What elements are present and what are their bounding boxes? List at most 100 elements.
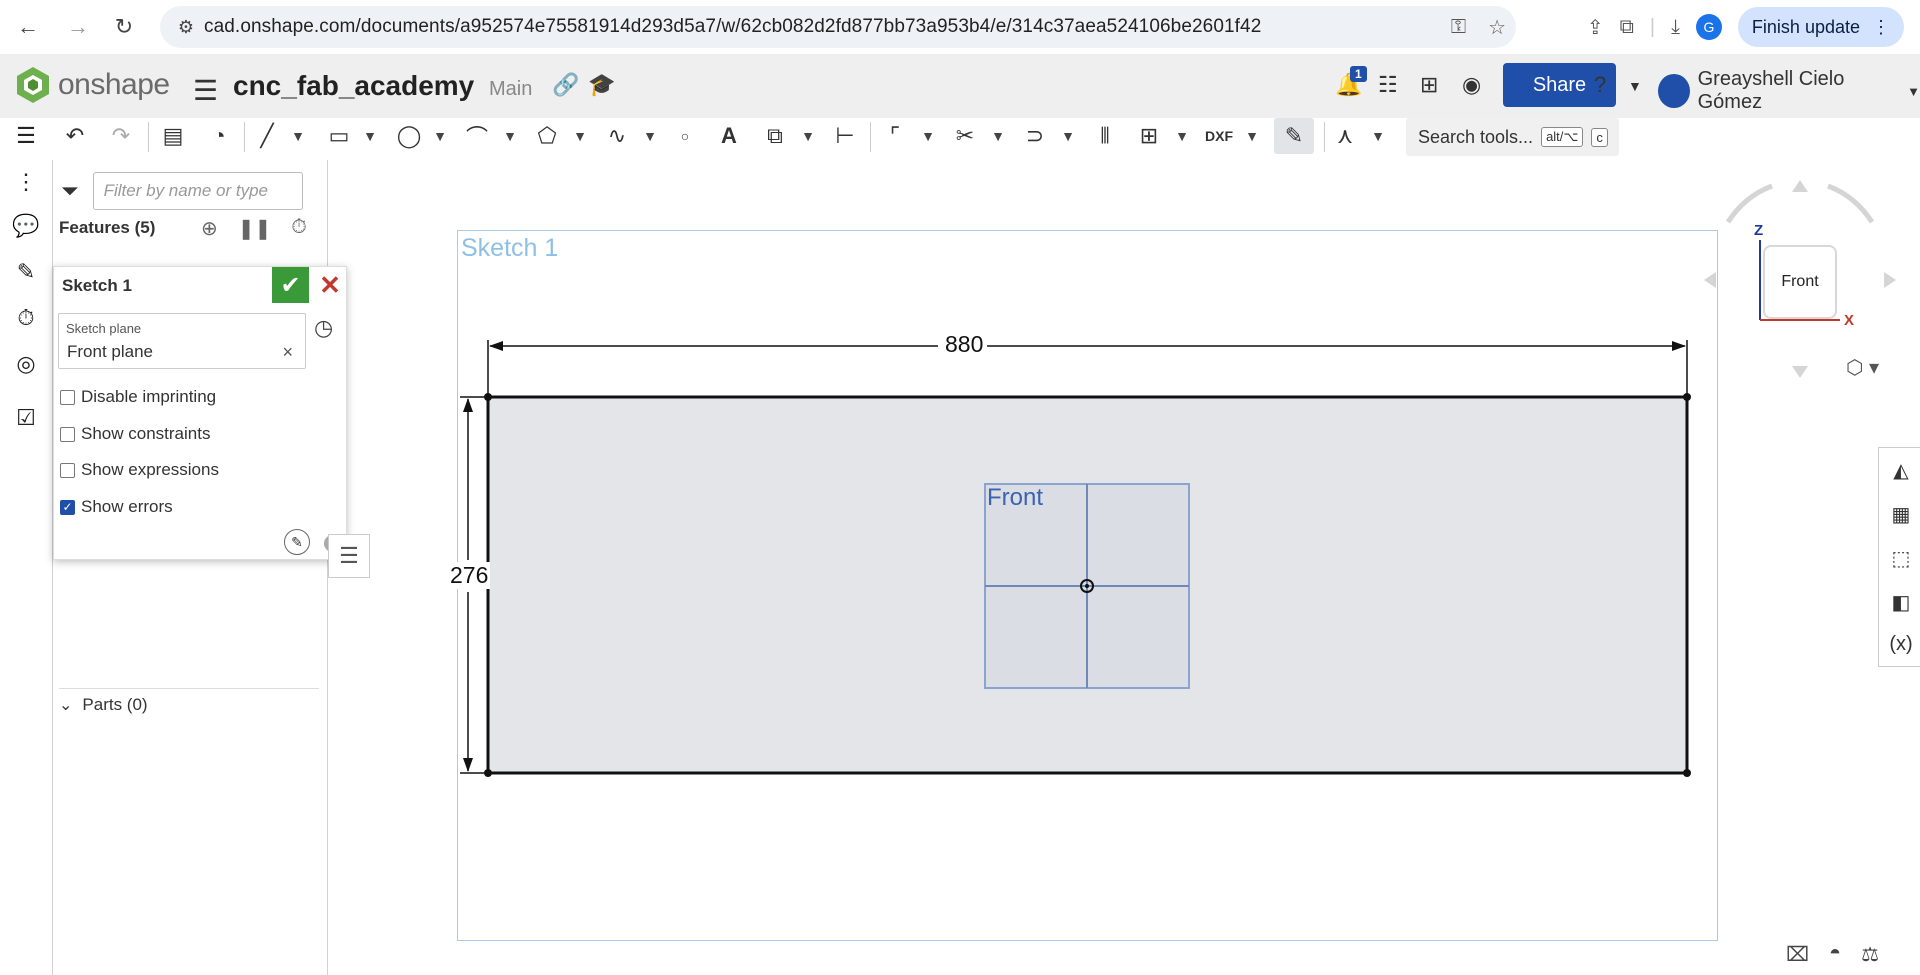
comments-icon[interactable]: 💬 <box>12 212 40 240</box>
performance-icon[interactable]: ⏱ <box>12 304 40 332</box>
sketch-mode-icon[interactable]: ✎ <box>1274 118 1314 154</box>
rollback-timer-icon[interactable]: ⏱ <box>291 216 307 241</box>
parts-section[interactable]: ⌄ Parts (0) <box>59 688 319 715</box>
help-caret-icon[interactable]: ▼ <box>1628 78 1642 94</box>
pattern-caret-icon[interactable]: ▼ <box>1174 118 1190 154</box>
learning-center-icon[interactable]: ◉ <box>1462 72 1481 98</box>
checkbox-box[interactable] <box>60 462 75 478</box>
reload-icon[interactable]: ↻ <box>104 7 144 47</box>
arc-tool-icon[interactable]: ⌒ <box>462 118 492 154</box>
height-dimension[interactable]: 276 <box>448 562 491 589</box>
tasks-icon[interactable]: ☷ <box>1378 72 1398 98</box>
rectangle-tool-icon[interactable]: ▭ <box>324 118 354 154</box>
clear-icon[interactable]: × <box>282 342 293 363</box>
width-dimension[interactable]: 880 <box>941 331 988 358</box>
redo-icon[interactable]: ↷ <box>106 118 136 154</box>
checkbox-box[interactable] <box>60 426 75 442</box>
sketch-settings-icon[interactable]: ✎ <box>284 529 310 555</box>
help-icon[interactable]: ? <box>1594 72 1606 98</box>
trim-caret-icon[interactable]: ▼ <box>990 118 1006 154</box>
address-bar[interactable]: ⚙ cad.onshape.com/documents/a952574e7558… <box>160 6 1516 48</box>
checkbox-box[interactable]: ✓ <box>60 499 75 515</box>
mate-connectors-icon[interactable]: ⬚ <box>1887 544 1915 572</box>
profile-avatar[interactable]: G <box>1695 14 1722 40</box>
dimension-tool-icon[interactable]: ⊢ <box>830 118 860 154</box>
history-icon[interactable]: ◷ <box>314 315 333 341</box>
notes-icon[interactable]: ✎ <box>12 258 40 286</box>
view-cube-front-face[interactable]: Front <box>1763 245 1837 319</box>
pattern-tool-icon[interactable]: ⊞ <box>1134 118 1164 154</box>
checklist-icon[interactable]: ☑ <box>12 404 40 432</box>
back-icon[interactable]: ← <box>8 7 48 47</box>
render-mode-cube-icon[interactable]: ⬡ ▾ <box>1846 355 1879 380</box>
mirror-tool-icon[interactable]: ⫴ <box>1090 118 1120 154</box>
section-view-icon[interactable]: ◧ <box>1887 588 1915 616</box>
disable-imprinting-checkbox[interactable]: Disable imprinting <box>60 387 216 407</box>
app-store-icon[interactable]: ⊞ <box>1420 72 1438 98</box>
arc-caret-icon[interactable]: ▼ <box>502 118 518 154</box>
cancel-close-icon[interactable]: ✕ <box>316 269 344 301</box>
measure-tool-icon[interactable]: ⌧ <box>1786 942 1809 967</box>
variables-icon[interactable]: (x) <box>1887 630 1915 658</box>
configurations-icon[interactable]: ▦ <box>1887 500 1915 528</box>
download-icon[interactable]: ⤓ <box>1671 16 1680 39</box>
user-menu[interactable]: Greayshell Cielo Gómez ▼ <box>1658 68 1920 114</box>
menu-icon[interactable]: ☰ <box>193 74 218 107</box>
undo-icon[interactable]: ↶ <box>60 118 90 154</box>
display-states-icon[interactable]: ◓ <box>1829 942 1841 967</box>
link-icon[interactable]: 🔗 <box>552 72 579 98</box>
branch-label[interactable]: Main <box>489 78 532 101</box>
list-toggle-icon[interactable]: ☰ <box>328 534 370 578</box>
password-key-icon[interactable]: ⚿ <box>1451 16 1466 39</box>
sketch-plane-field[interactable]: Sketch plane Front plane × <box>58 313 306 369</box>
constraint-caret-icon[interactable]: ▼ <box>1370 118 1386 154</box>
circle-tool-icon[interactable]: ◯ <box>394 118 424 154</box>
dxf-import-icon[interactable]: DXF <box>1204 118 1234 154</box>
construction-caret-icon[interactable]: ▼ <box>800 118 816 154</box>
url-text[interactable]: cad.onshape.com/documents/a952574e755819… <box>204 16 1261 38</box>
rectangle-caret-icon[interactable]: ▼ <box>362 118 378 154</box>
show-constraints-checkbox[interactable]: Show constraints <box>60 424 210 444</box>
analysis-icon[interactable]: ◎ <box>12 350 40 378</box>
forward-icon[interactable]: → <box>58 7 98 47</box>
mass-properties-icon[interactable]: ⚖ <box>1861 942 1879 967</box>
point-tool-icon[interactable]: ○ <box>672 118 698 154</box>
text-tool-icon[interactable]: A <box>714 118 744 154</box>
line-tool-icon[interactable]: ╱ <box>252 118 282 154</box>
filter-input[interactable]: Filter by name or type <box>92 172 303 210</box>
appearance-icon[interactable]: ◭ <box>1887 456 1915 484</box>
filter-icon[interactable]: ⏷ <box>61 178 79 204</box>
construction-icon[interactable]: ⧉ <box>760 118 790 154</box>
use-icon[interactable]: ▤ <box>158 118 188 154</box>
show-errors-checkbox[interactable]: ✓ Show errors <box>60 497 173 517</box>
bookmark-star-icon[interactable]: ☆ <box>1488 15 1506 40</box>
constraint-tool-icon[interactable]: ⋏ <box>1330 118 1360 154</box>
polygon-tool-icon[interactable]: ⬠ <box>532 118 562 154</box>
spline-tool-icon[interactable]: ∿ <box>602 118 632 154</box>
instances-icon[interactable]: ⋮ <box>12 168 40 196</box>
show-expressions-checkbox[interactable]: Show expressions <box>60 460 219 480</box>
spline-caret-icon[interactable]: ▼ <box>642 118 658 154</box>
site-settings-icon[interactable]: ⚙ <box>168 17 204 38</box>
feature-list-icon[interactable]: ☰ <box>12 122 40 150</box>
add-folder-icon[interactable]: ⊕ <box>201 216 218 241</box>
search-tools-button[interactable]: Search tools... alt/⌥ c <box>1406 118 1619 156</box>
fillet-caret-icon[interactable]: ▼ <box>920 118 936 154</box>
accept-check-icon[interactable]: ✔ <box>272 267 309 303</box>
trim-tool-icon[interactable]: ✂ <box>950 118 980 154</box>
finish-update-button[interactable]: Finish update ⋮ <box>1737 7 1904 47</box>
offset-tool-icon[interactable]: ⊃ <box>1020 118 1050 154</box>
line-caret-icon[interactable]: ▼ <box>290 118 306 154</box>
offset-caret-icon[interactable]: ▼ <box>1060 118 1076 154</box>
extensions-icon[interactable]: ⧉ <box>1620 16 1634 39</box>
fillet-tool-icon[interactable]: ⌜ <box>880 118 910 154</box>
circle-caret-icon[interactable]: ▼ <box>432 118 448 154</box>
share-page-icon[interactable]: ⇪ <box>1587 15 1604 40</box>
document-title[interactable]: cnc_fab_academy <box>233 70 474 102</box>
pause-icon[interactable]: ❚❚ <box>238 216 272 241</box>
checkbox-box[interactable] <box>60 389 75 405</box>
intersection-icon[interactable]: ◔ <box>204 118 234 154</box>
dxf-caret-icon[interactable]: ▼ <box>1244 118 1260 154</box>
education-cap-icon[interactable]: 🎓 <box>588 72 615 98</box>
polygon-caret-icon[interactable]: ▼ <box>572 118 588 154</box>
